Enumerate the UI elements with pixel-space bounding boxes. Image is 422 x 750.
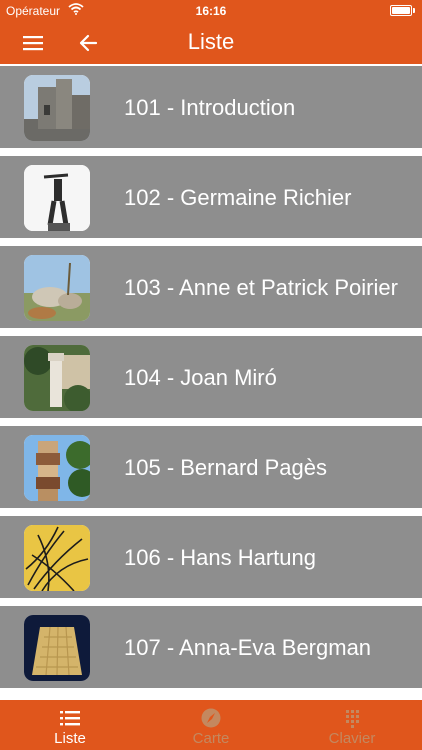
- status-bar: Opérateur 16:16: [0, 0, 422, 22]
- tab-clavier[interactable]: Clavier: [282, 700, 422, 750]
- page-title: Liste: [187, 29, 235, 54]
- list-icon: [59, 708, 81, 728]
- item-label: 101 - Introduction: [124, 95, 296, 120]
- tab-liste[interactable]: Liste: [0, 700, 140, 750]
- list-item-104[interactable]: 104 - Joan Miró: [0, 336, 422, 418]
- list-item-102[interactable]: 102 - Germaine Richier: [0, 156, 422, 238]
- navigation-bar: Liste: [0, 22, 422, 64]
- list-item-107[interactable]: 107 - Anna-Eva Bergman: [0, 606, 422, 688]
- artwork-list: 101 - Introduction 102 - Germaine Richie…: [0, 66, 422, 696]
- thumbnail-image: [24, 75, 90, 141]
- clock: 16:16: [195, 4, 227, 18]
- battery-icon: [390, 5, 415, 16]
- item-label: 106 - Hans Hartung: [124, 545, 316, 570]
- compass-icon: [200, 708, 222, 728]
- tab-bar: Liste Carte Clavier: [0, 700, 422, 750]
- tab-carte[interactable]: Carte: [141, 700, 281, 750]
- thumbnail-image: [24, 525, 90, 591]
- tab-label: Liste: [54, 730, 86, 747]
- thumbnail-image: [24, 165, 90, 231]
- item-label: 102 - Germaine Richier: [124, 185, 352, 210]
- tab-label: Clavier: [328, 730, 376, 747]
- item-label: 105 - Bernard Pagès: [124, 455, 328, 480]
- item-label: 104 - Joan Miró: [124, 365, 277, 390]
- item-label: 107 - Anna-Eva Bergman: [124, 635, 372, 660]
- list-item-106[interactable]: 106 - Hans Hartung: [0, 516, 422, 598]
- tab-label: Carte: [192, 730, 230, 747]
- thumbnail-image: [24, 615, 90, 681]
- keypad-icon: [341, 708, 363, 728]
- thumbnail-image: [24, 255, 90, 321]
- list-item-101[interactable]: 101 - Introduction: [0, 66, 422, 148]
- list-item-105[interactable]: 105 - Bernard Pagès: [0, 426, 422, 508]
- item-label: 103 - Anne et Patrick Poirier: [124, 275, 398, 300]
- thumbnail-image: [24, 345, 90, 411]
- list-item-103[interactable]: 103 - Anne et Patrick Poirier: [0, 246, 422, 328]
- thumbnail-image: [24, 435, 90, 501]
